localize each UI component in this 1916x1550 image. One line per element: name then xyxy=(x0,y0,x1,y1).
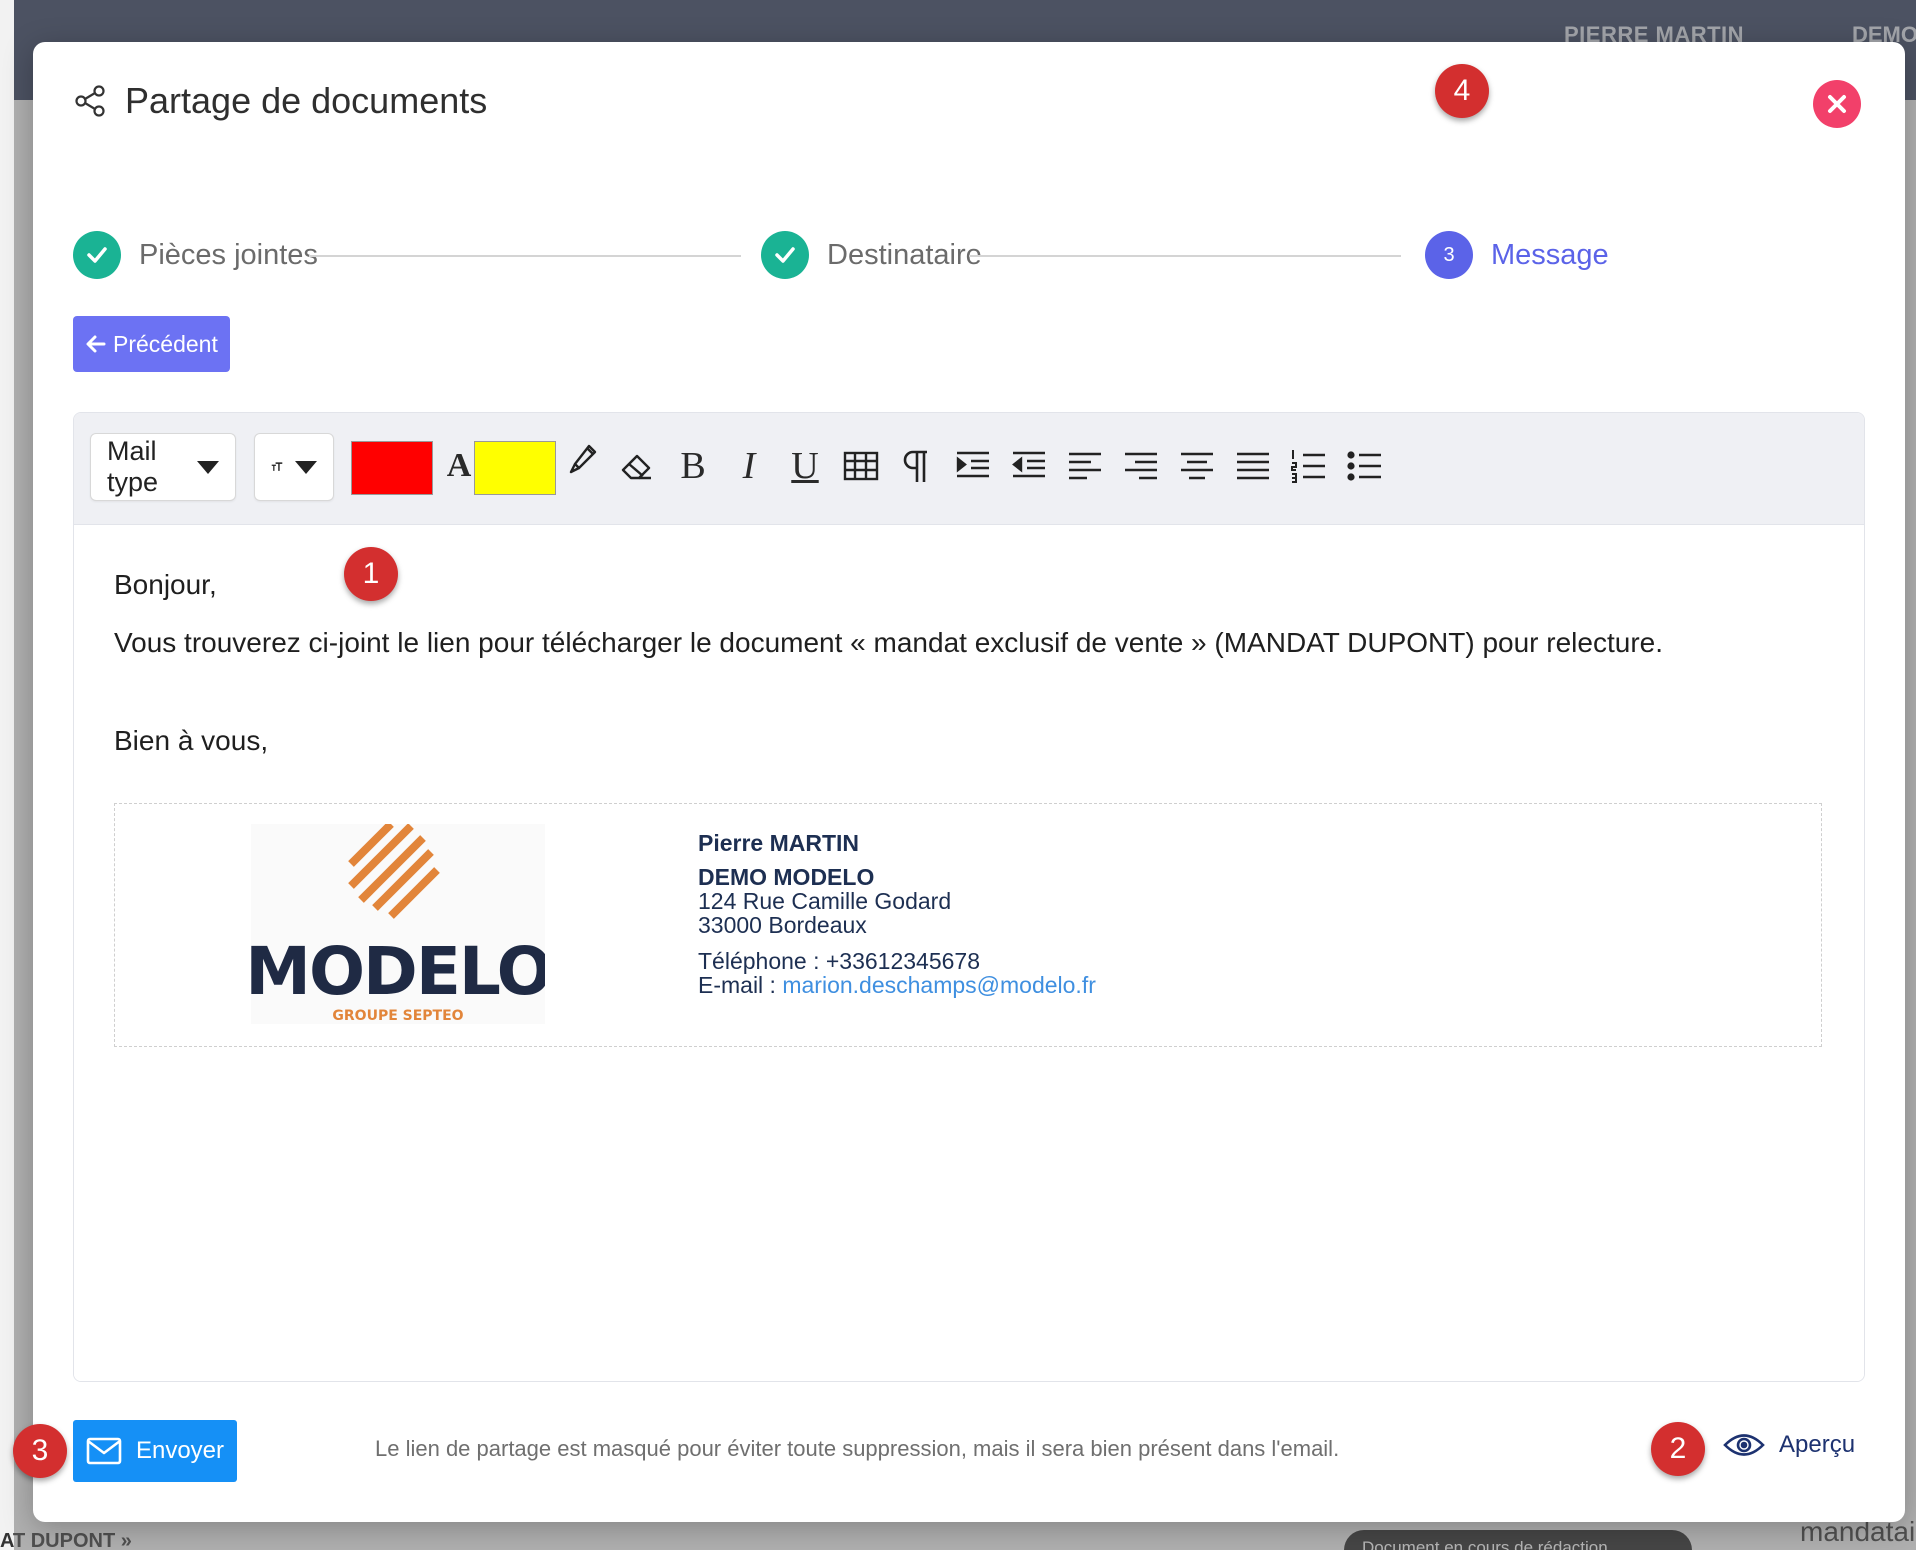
share-documents-modal: Partage de documents 4 Pièces jointes De… xyxy=(13,42,1905,1522)
paragraph-icon[interactable] xyxy=(894,443,940,489)
email-signature: MODELO GROUPE SEPTEO Pierre MARTIN DEMO … xyxy=(114,803,1822,1047)
align-right-icon[interactable] xyxy=(1118,443,1164,489)
step-label: Pièces jointes xyxy=(139,238,318,271)
align-justify-icon[interactable] xyxy=(1230,443,1276,489)
signature-email-link[interactable]: marion.deschamps@modelo.fr xyxy=(782,972,1096,998)
message-greeting: Bonjour, xyxy=(114,569,217,600)
envelope-icon xyxy=(86,1437,122,1465)
table-icon[interactable] xyxy=(838,443,884,489)
logo-subtext: GROUPE SEPTEO xyxy=(332,1008,463,1024)
step-attachments[interactable]: Pièces jointes xyxy=(73,230,318,280)
italic-icon[interactable]: I xyxy=(726,443,772,489)
align-center-icon[interactable] xyxy=(1174,443,1220,489)
company-logo: MODELO GROUPE SEPTEO xyxy=(251,824,545,1024)
message-body: Vous trouverez ci-joint le lien pour tél… xyxy=(114,627,1663,658)
preview-button[interactable]: Aperçu xyxy=(1723,1430,1855,1460)
previous-label: Précédent xyxy=(113,330,218,357)
caret-down-icon xyxy=(197,460,219,474)
step-recipient[interactable]: Destinataire xyxy=(761,230,982,280)
step-connector xyxy=(969,255,1401,257)
mail-template-label: Mail type xyxy=(107,436,159,497)
signature-email-row: E-mail : marion.deschamps@modelo.fr xyxy=(698,970,1096,1000)
arrow-left-icon xyxy=(86,335,106,353)
outdent-icon[interactable] xyxy=(1006,443,1052,489)
text-color-swatch[interactable] xyxy=(351,441,433,495)
annotation-badge-4: 4 xyxy=(1435,64,1489,118)
preview-label: Aperçu xyxy=(1779,1431,1856,1458)
send-button[interactable]: Envoyer xyxy=(73,1420,237,1482)
eye-icon xyxy=(1723,1434,1765,1456)
check-icon xyxy=(761,231,809,279)
signature-email-label: E-mail : xyxy=(698,972,783,998)
step-label: Destinataire xyxy=(827,238,982,271)
annotation-badge-2: 2 xyxy=(1651,1422,1705,1476)
bold-icon[interactable]: B xyxy=(670,443,716,489)
font-size-select[interactable] xyxy=(254,433,334,501)
message-closing: Bien à vous, xyxy=(114,725,269,756)
send-label: Envoyer xyxy=(135,1437,225,1464)
annotation-badge-1: 1 xyxy=(344,547,398,601)
mail-template-select[interactable]: Mail type xyxy=(90,433,236,501)
step-number: 3 xyxy=(1425,231,1473,279)
bullet-list-icon[interactable] xyxy=(1342,443,1388,489)
modal-title: Partage de documents xyxy=(125,80,488,121)
close-x-icon xyxy=(1828,95,1846,113)
step-message[interactable]: 3 Message xyxy=(1425,230,1609,280)
annotation-badge-3: 3 xyxy=(13,1424,67,1478)
share-link-note: Le lien de partage est masqué pour évite… xyxy=(375,1436,1340,1461)
caret-down-icon xyxy=(295,460,317,474)
close-button[interactable] xyxy=(1813,80,1861,128)
message-editor: Mail type A B I U 1 Bonjour, Vous trouve… xyxy=(73,412,1865,1382)
editor-content[interactable]: 1 Bonjour, Vous trouverez ci-joint le li… xyxy=(74,525,1864,1381)
eraser-icon[interactable] xyxy=(614,443,660,489)
modal-header: Partage de documents xyxy=(73,80,487,122)
logo-wordmark: MODELO xyxy=(251,933,545,1010)
highlight-color-swatch[interactable] xyxy=(474,441,556,495)
highlighter-icon[interactable] xyxy=(558,435,604,481)
signature-details: Pierre MARTIN DEMO MODELO 124 Rue Camill… xyxy=(698,828,1096,1000)
check-icon xyxy=(73,231,121,279)
previous-button[interactable]: Précédent xyxy=(73,316,230,372)
signature-name: Pierre MARTIN xyxy=(698,830,860,856)
ordered-list-icon[interactable] xyxy=(1286,443,1332,489)
share-icon xyxy=(73,84,107,118)
step-connector xyxy=(309,255,741,257)
editor-toolbar: Mail type A B I U xyxy=(74,413,1864,525)
align-left-icon[interactable] xyxy=(1062,443,1108,489)
wizard-stepper: Pièces jointes Destinataire 3 Message xyxy=(73,230,1865,280)
underline-icon[interactable]: U xyxy=(782,443,828,489)
text-size-icon xyxy=(271,462,283,471)
indent-icon[interactable] xyxy=(950,443,996,489)
step-label: Message xyxy=(1491,238,1609,271)
